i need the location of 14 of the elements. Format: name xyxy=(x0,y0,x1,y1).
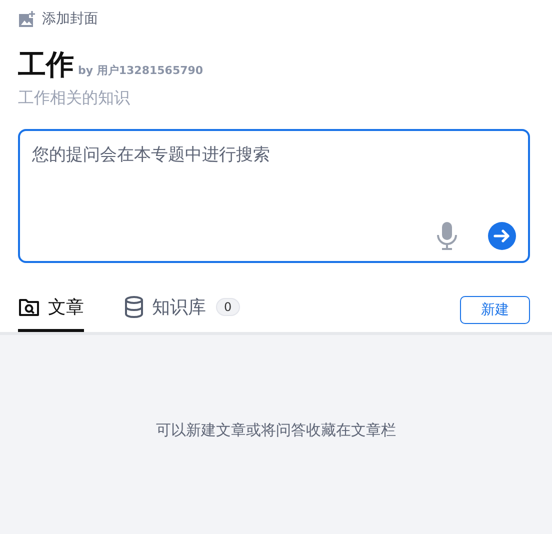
database-icon xyxy=(124,296,144,318)
count-badge: 0 xyxy=(216,298,240,316)
placeholder-text: 您的提问会在本专题中进行搜索 xyxy=(32,145,270,165)
microphone-icon[interactable] xyxy=(436,221,458,251)
tab[interactable]: 知识库 0 xyxy=(124,287,240,332)
folder-search-icon xyxy=(18,297,40,317)
add-cover-button[interactable]: 添加封面 xyxy=(18,10,98,28)
topic-title: 工作 xyxy=(18,47,74,83)
add-image-icon xyxy=(18,10,36,28)
question-field[interactable]: 您的提问会在本专题中进行搜索 xyxy=(18,129,530,263)
empty-message: 可以新建文章或将问答收藏在文章栏 xyxy=(156,421,396,441)
topic-description: 工作相关的知识 xyxy=(18,88,131,109)
new-button[interactable]: 新建 xyxy=(460,296,530,324)
author-name: by 用户13281565790 xyxy=(78,63,204,78)
